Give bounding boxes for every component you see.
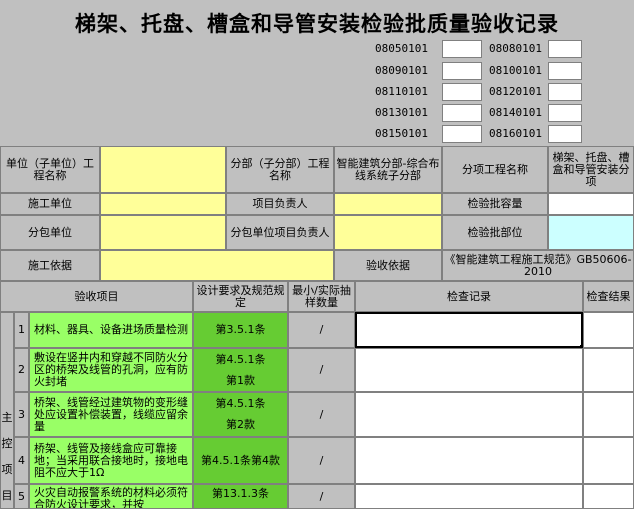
row-slash: /: [319, 407, 324, 421]
code-checkbox[interactable]: [548, 104, 582, 122]
row-sample: /: [288, 484, 355, 509]
row-clause-line: 第1款: [226, 373, 255, 387]
division-value: 智能建筑分部-综合布线系统子分部: [334, 146, 442, 193]
row-slash: /: [319, 489, 324, 503]
row-result[interactable]: [583, 392, 634, 437]
unit-name-label: 单位（子单位）工程名称: [0, 146, 100, 193]
subitem-value: 梯架、托盘、槽盒和导管安装分项: [548, 146, 634, 193]
row-record[interactable]: [355, 348, 583, 392]
row-number: 3: [14, 392, 29, 437]
row-clause: 第3.5.1条: [193, 312, 288, 348]
row-number: 4: [14, 437, 29, 484]
location-label: 检验批部位: [442, 215, 548, 250]
code-label: 08050101: [375, 42, 428, 55]
sub-pm-label: 分包单位项目负责人: [226, 215, 334, 250]
location-field[interactable]: [548, 215, 634, 250]
code-checkbox[interactable]: [548, 62, 582, 80]
row-sample: /: [288, 348, 355, 392]
code-checkbox[interactable]: [442, 83, 482, 101]
page-title: 梯架、托盘、槽盒和导管安装检验批质量验收记录: [75, 11, 559, 36]
capacity-field[interactable]: [548, 193, 634, 215]
row-number: 2: [14, 348, 29, 392]
sub-pm-field[interactable]: [334, 215, 442, 250]
row-description: 桥架、线管及接线盒应可靠接地；当采用联合接地时，接地电阻不应大于1Ω: [29, 437, 193, 484]
row-slash: /: [319, 323, 324, 336]
basis-field[interactable]: [100, 250, 334, 281]
code-label: 08160101: [489, 127, 542, 140]
accept-basis-value: 《智能建筑工程施工规范》GB50606-2010: [442, 250, 634, 281]
row-clause: 第4.5.1条 第2款: [193, 392, 288, 437]
row-slash: /: [319, 363, 324, 376]
row-description: 火灾自动报警系统的材料必须符合防火设计要求，并按: [29, 484, 193, 509]
accept-basis-label: 验收依据: [334, 250, 442, 281]
row-slash: /: [319, 453, 324, 467]
code-label: 08130101: [375, 106, 428, 119]
row-result[interactable]: [583, 484, 634, 509]
row-record[interactable]: [355, 484, 583, 509]
header-record: 检查记录: [355, 281, 583, 312]
row-sample: /: [288, 312, 355, 348]
code-label: 08100101: [489, 64, 542, 77]
header-req: 设计要求及规范规定: [193, 281, 288, 312]
code-label: 08120101: [489, 85, 542, 98]
row-clause: 第13.1.3条: [193, 484, 288, 509]
row-clause-line: 第2款: [226, 418, 255, 432]
row-description: 桥架、线管经过建筑物的变形缝处应设置补偿装置，线缆应留余量: [29, 392, 193, 437]
code-checkbox[interactable]: [442, 104, 482, 122]
sub-label: 分包单位: [0, 215, 100, 250]
group-label: 主控项目: [0, 312, 14, 509]
basis-label: 施工依据: [0, 250, 100, 281]
row-result[interactable]: [583, 348, 634, 392]
code-label: 08090101: [375, 64, 428, 77]
header-item: 验收项目: [0, 281, 193, 312]
row-clause: 第4.5.1条第4款: [193, 437, 288, 484]
row-record-selected[interactable]: [355, 312, 583, 348]
row-description: 敷设在竖井内和穿越不同防火分区的桥架及线管的孔洞，应有防火封堵: [29, 348, 193, 392]
sub-field[interactable]: [100, 215, 226, 250]
row-sample: /: [288, 392, 355, 437]
code-checkbox[interactable]: [548, 40, 582, 58]
code-checkbox[interactable]: [548, 125, 582, 143]
unit-name-field[interactable]: [100, 146, 226, 193]
row-clause: 第4.5.1条 第1款: [193, 348, 288, 392]
spreadsheet: 梯架、托盘、槽盒和导管安装检验批质量验收记录 08050101 08080101…: [0, 0, 634, 509]
code-label: 08080101: [489, 42, 542, 55]
row-number: 5: [14, 484, 29, 509]
builder-field[interactable]: [100, 193, 226, 215]
row-sample: /: [288, 437, 355, 484]
code-label: 08110101: [375, 85, 428, 98]
row-clause-line: 第4.5.1条: [215, 352, 266, 366]
row-record[interactable]: [355, 437, 583, 484]
division-label: 分部（子分部）工程名称: [226, 146, 334, 193]
pm-label: 项目负责人: [226, 193, 334, 215]
code-label: 08150101: [375, 127, 428, 140]
code-label: 08140101: [489, 106, 542, 119]
code-checkbox[interactable]: [442, 125, 482, 143]
header-min: 最小/实际抽样数量: [288, 281, 355, 312]
row-number: 1: [14, 312, 29, 348]
row-record[interactable]: [355, 392, 583, 437]
pm-field[interactable]: [334, 193, 442, 215]
code-checkbox[interactable]: [442, 40, 482, 58]
capacity-label: 检验批容量: [442, 193, 548, 215]
builder-label: 施工单位: [0, 193, 100, 215]
code-checkbox[interactable]: [442, 62, 482, 80]
code-checkbox[interactable]: [548, 83, 582, 101]
subitem-label: 分项工程名称: [442, 146, 548, 193]
header-result: 检查结果: [583, 281, 634, 312]
row-clause-line: 第4.5.1条: [215, 396, 266, 410]
row-description: 材料、器具、设备进场质量检测: [29, 312, 193, 348]
row-result[interactable]: [583, 437, 634, 484]
row-result[interactable]: [583, 312, 634, 348]
